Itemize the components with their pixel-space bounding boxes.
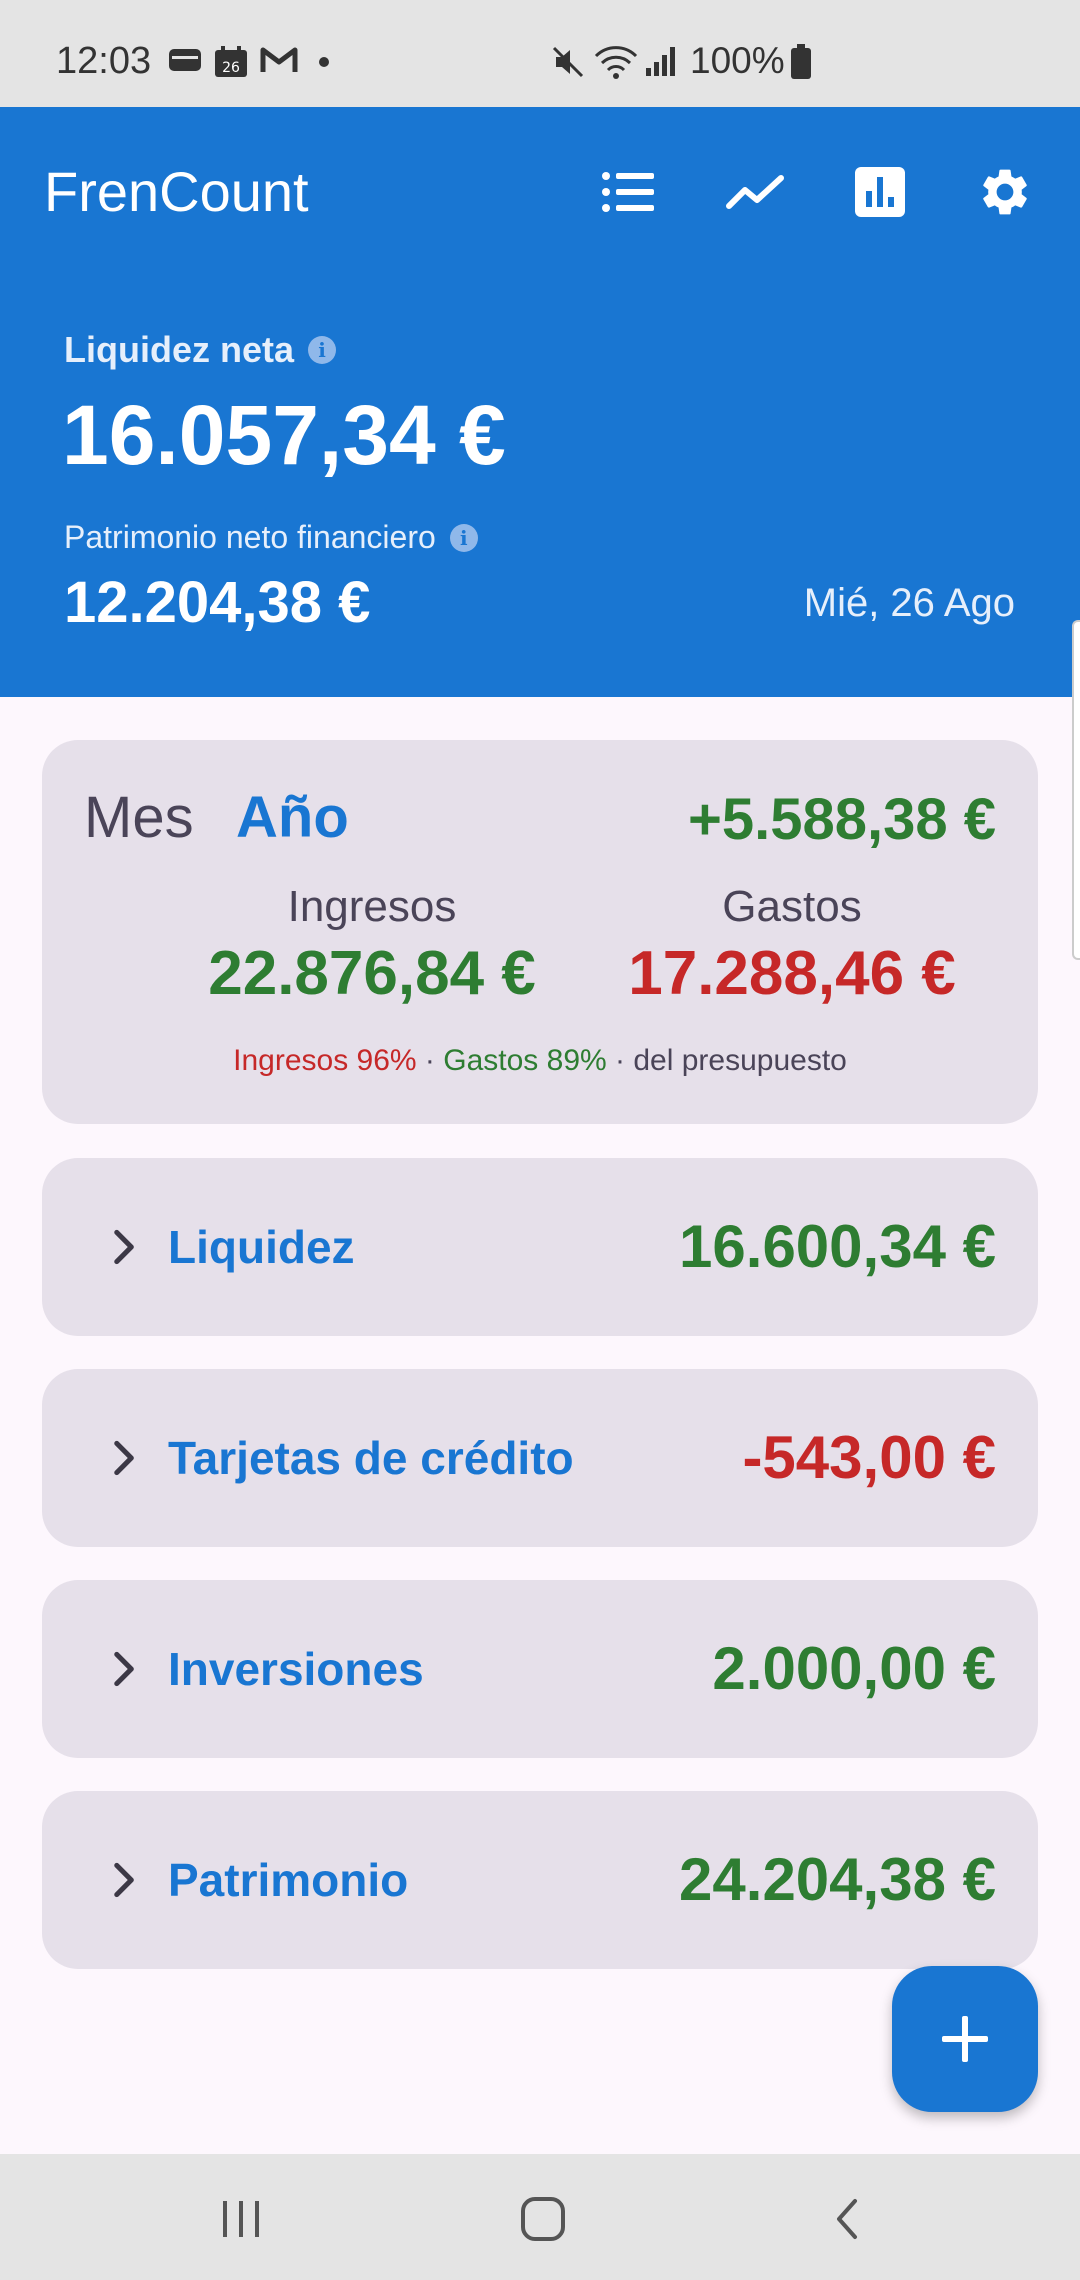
account-group-amount: 16.600,34 € [679,1213,996,1280]
chevron-right-icon [114,1440,134,1476]
settings-button[interactable] [970,157,1040,227]
battery-icon [791,44,811,79]
account-group-amount: 2.000,00 € [712,1635,996,1702]
account-group-name: Inversiones [168,1643,424,1695]
account-group-credit-cards[interactable]: Tarjetas de crédito -543,00 € [42,1369,1038,1547]
home-button[interactable] [508,2184,578,2254]
add-transaction-button[interactable] [892,1966,1038,2112]
net-liquidity-value: 16.057,34 € [62,388,506,482]
wallet-icon [169,49,201,71]
tab-year[interactable]: Año [236,784,349,851]
back-icon [837,2199,857,2239]
app-header: FrenCount Liquidez neta i 16.057,34 € Pa… [0,107,1080,697]
net-liquidity-label-row: Liquidez neta i [64,329,337,371]
net-worth-label-row: Patrimonio neto financiero i [64,519,478,556]
budget-separator: · [424,1044,435,1077]
chevron-right-icon [114,1862,134,1898]
account-group-name: Patrimonio [168,1854,409,1906]
battery-percent: 100% [690,40,785,81]
expenses-column[interactable]: Gastos 17.288,46 € [582,882,1002,1009]
calendar-icon: 26 [215,46,247,77]
info-icon[interactable]: i [308,336,337,364]
scrollbar[interactable] [1072,620,1080,960]
account-group-liquidity[interactable]: Liquidez 16.600,34 € [42,1158,1038,1336]
recents-button[interactable] [206,2184,276,2254]
net-worth-value: 12.204,38 € [64,570,371,635]
net-worth-label: Patrimonio neto financiero [64,519,436,555]
home-icon [521,2197,565,2241]
budget-separator: · [615,1044,626,1077]
account-group-name: Liquidez [168,1221,355,1273]
net-liquidity-label: Liquidez neta [64,329,295,370]
info-icon[interactable]: i [449,523,478,552]
tab-month[interactable]: Mes [84,784,194,851]
recents-icon [223,2201,259,2237]
account-group-name: Tarjetas de crédito [168,1432,574,1484]
income-label: Ingresos [287,882,457,931]
add-icon [942,2016,988,2062]
wifi-icon [594,46,638,79]
trends-button[interactable] [720,157,790,227]
income-column[interactable]: Ingresos 22.876,84 € [162,882,582,1009]
budget-expenses: Gastos 89% [443,1044,607,1077]
signal-icon [646,47,675,76]
period-balance: +5.588,38 € [687,787,996,852]
bar-chart-icon [855,167,905,217]
account-group-assets[interactable]: Patrimonio 24.204,38 € [42,1791,1038,1969]
status-bar: 12:03 26 100% [0,0,1080,107]
period-summary-card: Mes Año +5.588,38 € Ingresos 22.876,84 €… [42,740,1038,1124]
status-time: 12:03 [56,40,152,82]
list-button[interactable] [593,157,663,227]
system-nav-bar [0,2154,1080,2280]
calendar-day: 26 [222,60,240,76]
notification-dot-icon [319,57,329,67]
app-title: FrenCount [44,160,309,223]
chevron-right-icon [114,1229,134,1265]
current-date[interactable]: Mié, 26 Ago [804,581,1015,626]
expenses-value: 17.288,46 € [628,939,956,1008]
account-group-amount: -543,00 € [742,1424,996,1491]
budget-summary: Ingresos 96% · Gastos 89% · del presupue… [42,1044,1038,1078]
gmail-icon [260,47,298,72]
budget-income: Ingresos 96% [233,1044,417,1077]
mute-icon [552,46,584,78]
expenses-label: Gastos [722,882,862,931]
settings-icon [983,169,1027,215]
back-button[interactable] [812,2184,882,2254]
chevron-right-icon [114,1651,134,1687]
list-icon [602,172,654,212]
account-group-amount: 24.204,38 € [679,1846,996,1913]
income-value: 22.876,84 € [208,939,536,1008]
charts-button[interactable] [845,157,915,227]
trending-icon [726,175,784,209]
budget-suffix: del presupuesto [633,1044,847,1077]
account-group-investments[interactable]: Inversiones 2.000,00 € [42,1580,1038,1758]
